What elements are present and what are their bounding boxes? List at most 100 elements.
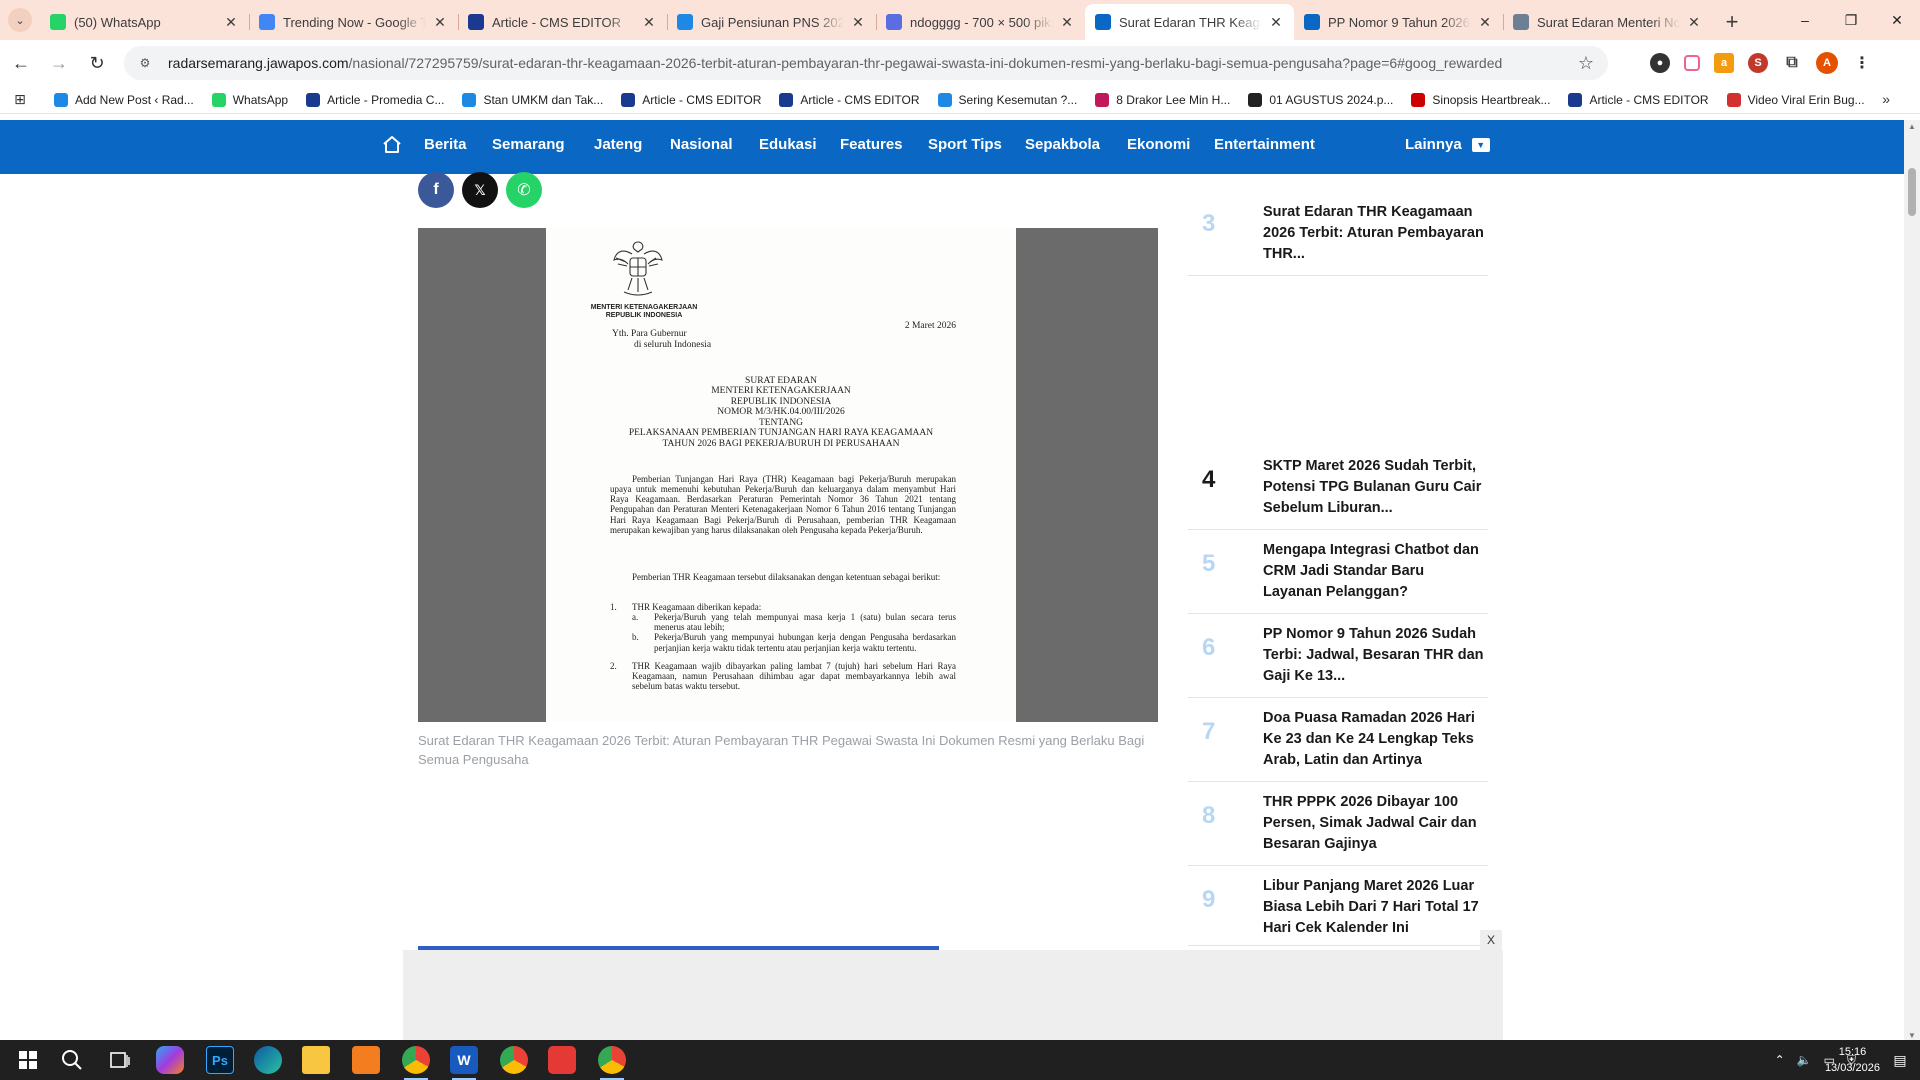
address-bar[interactable]: ⚙ radarsemarang.jawapos.com/nasional/727… — [124, 46, 1608, 80]
article-title[interactable]: Libur Panjang Maret 2026 Luar Biasa Lebi… — [1263, 876, 1485, 939]
article-title[interactable]: Mengapa Integrasi Chatbot dan CRM Jadi S… — [1263, 540, 1485, 603]
scroll-down-icon[interactable]: ▼ — [1908, 1031, 1916, 1040]
copilot-icon[interactable] — [156, 1046, 184, 1074]
new-tab-button[interactable]: + — [1718, 8, 1746, 36]
article-title[interactable]: SKTP Maret 2026 Sudah Terbit, Potensi TP… — [1263, 456, 1485, 519]
minimize-button[interactable]: – — [1782, 0, 1828, 40]
browser-tab[interactable]: Trending Now - Google Trends ✕ — [249, 4, 458, 40]
close-tab-icon[interactable]: ✕ — [223, 14, 239, 31]
bookmark-item[interactable]: 8 Drakor Lee Min H... — [1095, 92, 1230, 107]
search-icon[interactable] — [58, 1046, 86, 1074]
bookmark-item[interactable]: Sinopsis Heartbreak... — [1411, 92, 1550, 107]
bookmark-item[interactable]: Video Viral Erin Bug... — [1726, 92, 1865, 107]
close-tab-icon[interactable]: ✕ — [432, 14, 448, 31]
reload-button[interactable]: ↻ — [80, 46, 114, 80]
task-view-icon[interactable] — [106, 1046, 134, 1074]
scroll-up-icon[interactable]: ▲ — [1908, 122, 1916, 131]
file-explorer-icon[interactable] — [302, 1046, 330, 1074]
close-tab-icon[interactable]: ✕ — [1268, 14, 1284, 31]
bookmark-star-icon[interactable]: ☆ — [1578, 53, 1594, 74]
ad-close-button[interactable]: X — [1480, 930, 1502, 950]
bookmark-item[interactable]: Article - CMS EDITOR — [1568, 92, 1709, 107]
bookmark-item[interactable]: Article - Promedia C... — [306, 92, 444, 107]
bookmark-item[interactable]: Sering Kesemutan ?... — [937, 92, 1077, 107]
nav-features[interactable]: Features — [840, 136, 903, 153]
menu-kebab-icon[interactable]: ⋮ — [1852, 53, 1872, 73]
popular-article-item[interactable]: 5 Mengapa Integrasi Chatbot dan CRM Jadi … — [1188, 530, 1488, 614]
apps-grid-icon[interactable]: ⊞ — [12, 91, 28, 108]
whatsapp-share-icon[interactable]: ✆ — [506, 172, 542, 208]
scrollbar-thumb[interactable] — [1908, 168, 1916, 216]
x-share-icon[interactable]: 𝕏 — [462, 172, 498, 208]
sticky-ad-banner[interactable] — [403, 950, 1503, 1042]
bookmark-item[interactable]: 01 AGUSTUS 2024.p... — [1248, 92, 1393, 107]
volume-icon[interactable]: 🔈 — [1797, 1053, 1812, 1067]
url-text[interactable]: radarsemarang.jawapos.com/nasional/72729… — [168, 55, 1502, 71]
close-tab-icon[interactable]: ✕ — [641, 14, 657, 31]
nav-ekonomi[interactable]: Ekonomi — [1127, 136, 1190, 153]
chrome-icon[interactable] — [500, 1046, 528, 1074]
close-tab-icon[interactable]: ✕ — [1686, 14, 1702, 31]
app-icon[interactable] — [352, 1046, 380, 1074]
edge-icon[interactable] — [254, 1046, 282, 1074]
nav-berita[interactable]: Berita — [424, 136, 467, 153]
browser-tab[interactable]: PP Nomor 9 Tahun 2026 ✕ — [1294, 4, 1503, 40]
close-window-button[interactable]: ✕ — [1874, 0, 1920, 40]
tab-search-button[interactable]: ⌄ — [8, 8, 32, 32]
popular-article-item[interactable]: 8 THR PPPK 2026 Dibayar 100 Persen, Simak… — [1188, 782, 1488, 866]
nav-sepakbola[interactable]: Sepakbola — [1025, 136, 1100, 153]
extension-amazon-icon[interactable]: a — [1714, 53, 1734, 73]
browser-tab[interactable]: Surat Edaran THR Keagamaan ✕ — [1085, 4, 1294, 40]
nav-semarang[interactable]: Semarang — [492, 136, 565, 153]
nav-edukasi[interactable]: Edukasi — [759, 136, 817, 153]
chrome-profile-icon[interactable] — [402, 1046, 430, 1080]
browser-tab[interactable]: Gaji Pensiunan PNS 2026 ✕ — [667, 4, 876, 40]
popular-article-item[interactable]: 3 Surat Edaran THR Keagamaan 2026 Terbit:… — [1188, 192, 1488, 276]
extension-camera-icon[interactable] — [1684, 55, 1700, 71]
nav-lainnya[interactable]: Lainnya ▼ — [1405, 136, 1490, 153]
home-icon[interactable] — [382, 135, 402, 155]
bookmark-item[interactable]: Article - CMS EDITOR — [621, 92, 761, 107]
nav-jateng[interactable]: Jateng — [594, 136, 642, 153]
nav-entertainment[interactable]: Entertainment — [1214, 136, 1315, 153]
close-tab-icon[interactable]: ✕ — [1477, 14, 1493, 31]
forward-button[interactable]: → — [42, 46, 76, 80]
restore-button[interactable]: ❐ — [1828, 0, 1874, 40]
article-title[interactable]: THR PPPK 2026 Dibayar 100 Persen, Simak … — [1263, 792, 1485, 855]
article-title[interactable]: Surat Edaran THR Keagamaan 2026 Terbit: … — [1263, 202, 1485, 265]
bookmark-item[interactable]: Add New Post ‹ Rad... — [54, 92, 194, 107]
site-info-icon[interactable]: ⚙ — [136, 54, 154, 72]
extension-k-icon[interactable]: ● — [1650, 53, 1670, 73]
close-tab-icon[interactable]: ✕ — [1059, 14, 1075, 31]
page-scrollbar[interactable]: ▲ ▼ — [1904, 120, 1920, 1042]
notification-icon[interactable]: ▤ — [1890, 1050, 1910, 1070]
start-icon[interactable] — [14, 1046, 42, 1074]
nav-sport-tips[interactable]: Sport Tips — [928, 136, 1002, 153]
article-title[interactable]: Doa Puasa Ramadan 2026 Hari Ke 23 dan Ke… — [1263, 708, 1485, 771]
bookmark-item[interactable]: WhatsApp — [211, 92, 288, 107]
profile-avatar[interactable]: A — [1816, 52, 1838, 74]
article-title[interactable]: PP Nomor 9 Tahun 2026 Sudah Terbi: Jadwa… — [1263, 624, 1485, 687]
browser-tab[interactable]: Surat Edaran Menteri Nomor ✕ — [1503, 4, 1712, 40]
word-icon[interactable]: W — [450, 1046, 478, 1080]
browser-tab[interactable]: Article - CMS EDITOR ✕ — [458, 4, 667, 40]
bookmark-item[interactable]: Stan UMKM dan Tak... — [462, 92, 603, 107]
browser-tab[interactable]: ndogggg - 700 × 500 piksel ✕ — [876, 4, 1085, 40]
facebook-share-icon[interactable]: f — [418, 172, 454, 208]
close-tab-icon[interactable]: ✕ — [850, 14, 866, 31]
popular-article-item[interactable]: 9 Libur Panjang Maret 2026 Luar Biasa Leb… — [1188, 866, 1488, 946]
popular-article-item[interactable]: 4 SKTP Maret 2026 Sudah Terbit, Potensi T… — [1188, 446, 1488, 530]
tray-overflow-icon[interactable]: ⌃ — [1775, 1053, 1785, 1067]
popular-article-item[interactable]: 7 Doa Puasa Ramadan 2026 Hari Ke 23 dan K… — [1188, 698, 1488, 782]
browser-tab[interactable]: (50) WhatsApp ✕ — [40, 4, 249, 40]
nav-nasional[interactable]: Nasional — [670, 136, 733, 153]
back-button[interactable]: ← — [4, 46, 38, 80]
extensions-puzzle-icon[interactable]: ⧉ — [1782, 53, 1802, 73]
wps-icon[interactable] — [548, 1046, 576, 1074]
bookmarks-overflow-icon[interactable]: » — [1882, 91, 1890, 107]
bookmark-item[interactable]: Article - CMS EDITOR — [779, 92, 920, 107]
extension-red-icon[interactable]: S — [1748, 53, 1768, 73]
chrome-icon-2[interactable] — [598, 1046, 626, 1080]
system-clock[interactable]: 15:16 13/03/2026 — [1825, 1044, 1880, 1076]
popular-article-item[interactable]: 6 PP Nomor 9 Tahun 2026 Sudah Terbi: Jadw… — [1188, 614, 1488, 698]
